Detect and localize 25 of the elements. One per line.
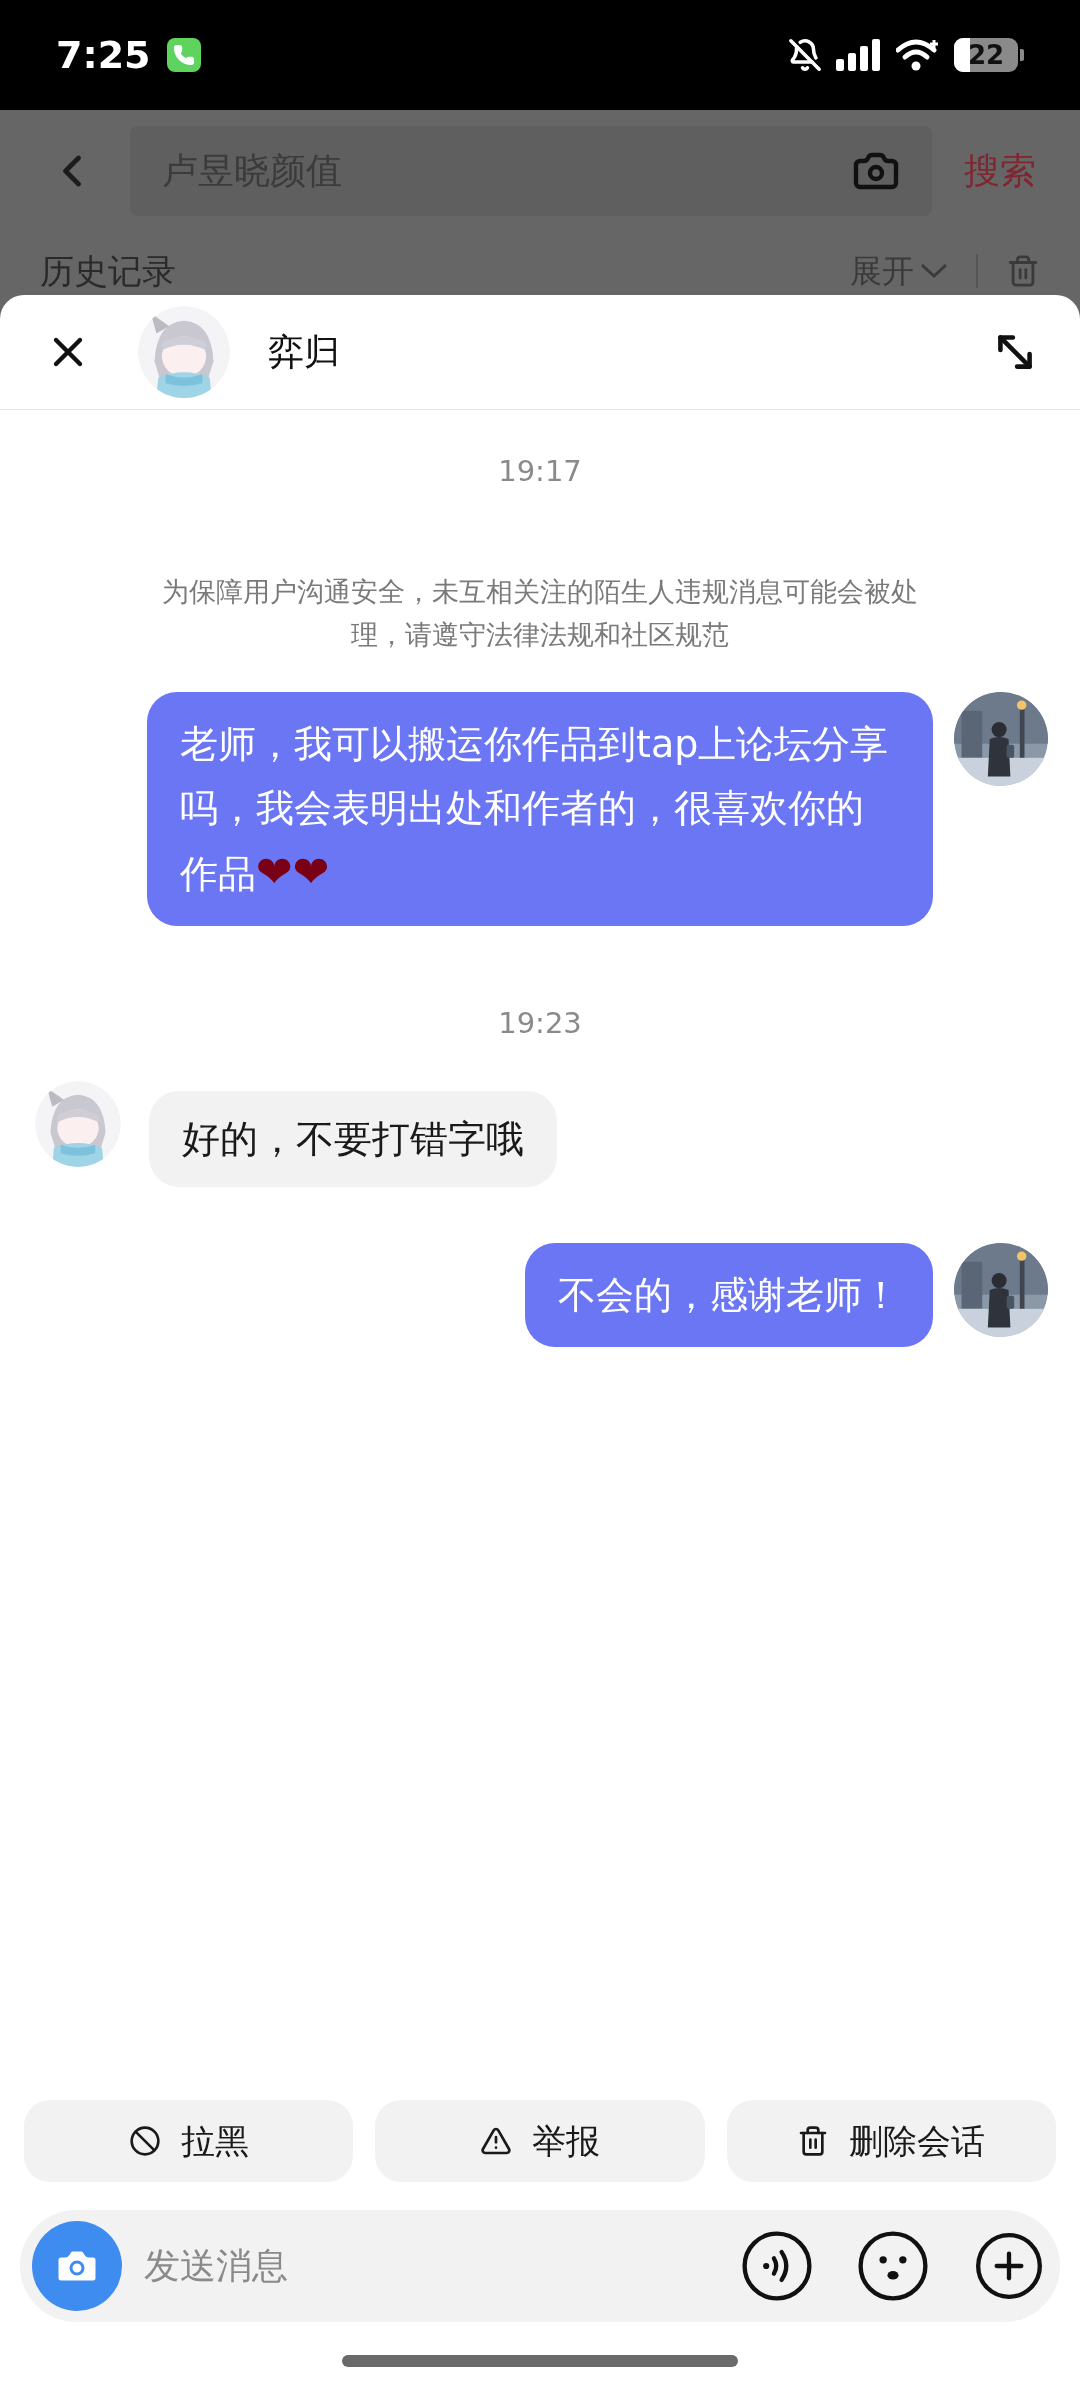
chevron-down-icon <box>920 263 948 279</box>
action-button[interactable]: 删除会话 <box>726 2100 1056 2182</box>
timestamp: 19:23 <box>498 1004 582 1042</box>
message-text: 老师，我可以搬运你作品到tap上论坛分享吗，我会表明出处和作者的，很喜欢你的作品❤❤ <box>180 721 889 896</box>
camera-button[interactable] <box>32 2221 122 2311</box>
ban-icon <box>128 2125 161 2157</box>
safety-notice: 为保障用户沟通安全，未互相关注的陌生人违规消息可能会被处理，请遵守法律法规和社区规范 <box>161 574 919 652</box>
history-title: 历史记录 <box>40 254 177 288</box>
message-text: 好的，不要打错字哦 <box>182 1117 524 1161</box>
status-time: 7:25 <box>56 31 151 79</box>
message-text: 不会的，感谢老师！ <box>558 1273 900 1317</box>
search-button[interactable]: 搜索 <box>964 144 1036 198</box>
warning-icon <box>480 2125 512 2157</box>
timestamp: 19:17 <box>498 453 582 490</box>
message-input[interactable]: 发送消息 <box>20 2210 1060 2322</box>
voice-icon[interactable] <box>740 2229 814 2303</box>
wifi-icon <box>896 38 940 72</box>
battery-level: 22 <box>966 42 1006 68</box>
contact-name: 弈归 <box>268 330 341 374</box>
signal-icon <box>836 39 882 71</box>
emoji-icon[interactable] <box>856 2229 930 2303</box>
bell-off-icon <box>788 38 822 72</box>
action-button[interactable]: 举报 <box>375 2100 705 2182</box>
action-button[interactable]: 拉黑 <box>24 2100 354 2182</box>
phone-icon <box>166 38 201 72</box>
